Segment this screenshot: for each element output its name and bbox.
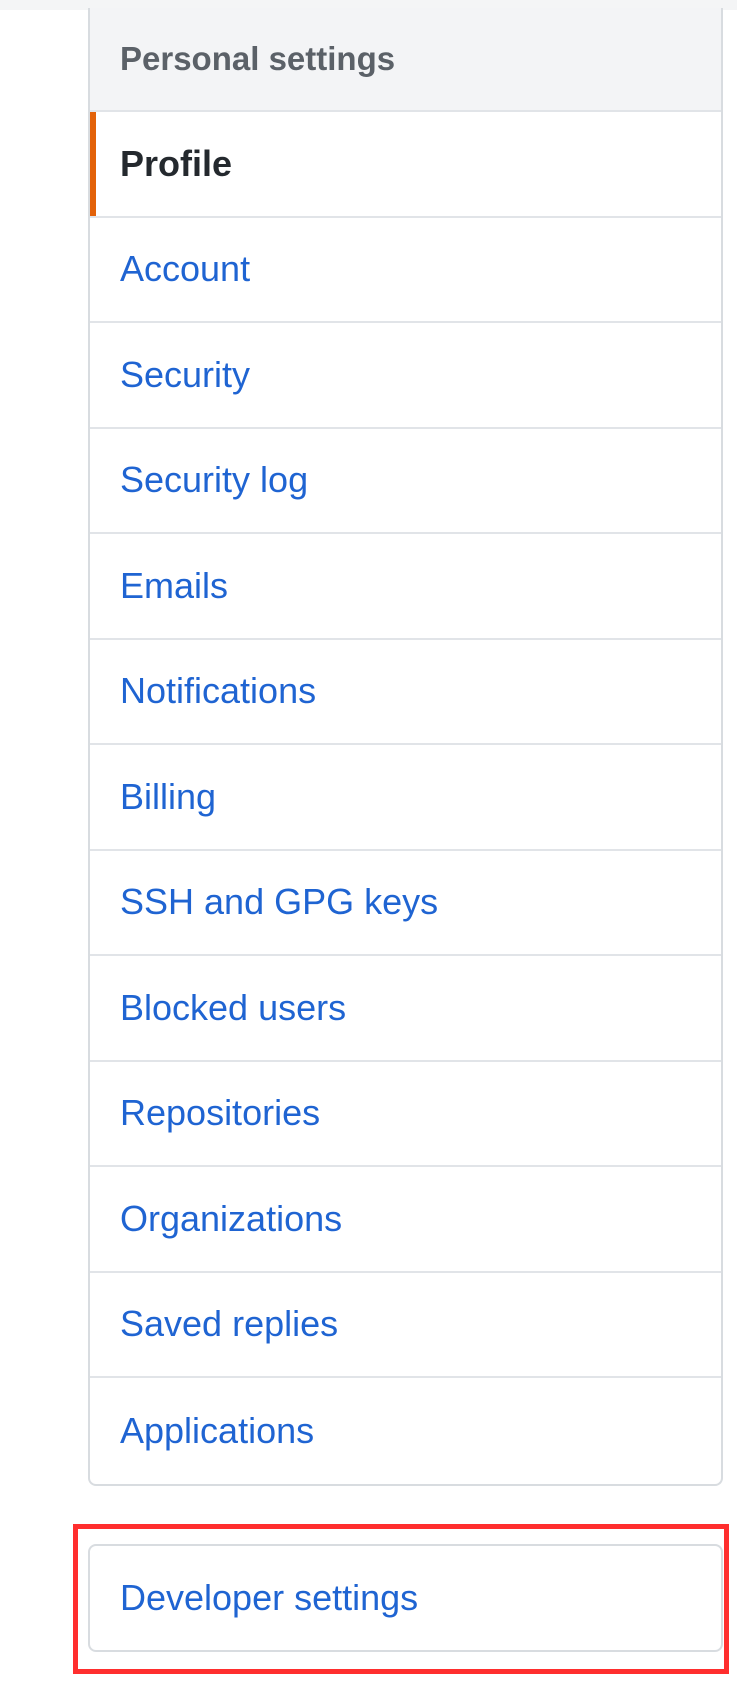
menu-item-repositories[interactable]: Repositories — [90, 1062, 721, 1167]
menu-item-blocked-users[interactable]: Blocked users — [90, 956, 721, 1062]
menu-item-billing[interactable]: Billing — [90, 745, 721, 851]
menu-item-ssh-gpg-keys[interactable]: SSH and GPG keys — [90, 851, 721, 956]
developer-settings-menu: Developer settings — [88, 1544, 723, 1652]
menu-item-organizations[interactable]: Organizations — [90, 1167, 721, 1273]
menu-heading: Personal settings — [90, 8, 721, 112]
personal-settings-menu: Personal settings Profile Account Securi… — [88, 8, 723, 1486]
menu-item-emails[interactable]: Emails — [90, 534, 721, 640]
menu-item-account[interactable]: Account — [90, 218, 721, 323]
menu-item-security[interactable]: Security — [90, 323, 721, 429]
menu-item-security-log[interactable]: Security log — [90, 429, 721, 534]
menu-item-developer-settings[interactable]: Developer settings — [90, 1546, 721, 1650]
menu-item-profile[interactable]: Profile — [90, 112, 721, 218]
menu-item-applications[interactable]: Applications — [90, 1378, 721, 1484]
menu-item-saved-replies[interactable]: Saved replies — [90, 1273, 721, 1378]
menu-item-notifications[interactable]: Notifications — [90, 640, 721, 745]
